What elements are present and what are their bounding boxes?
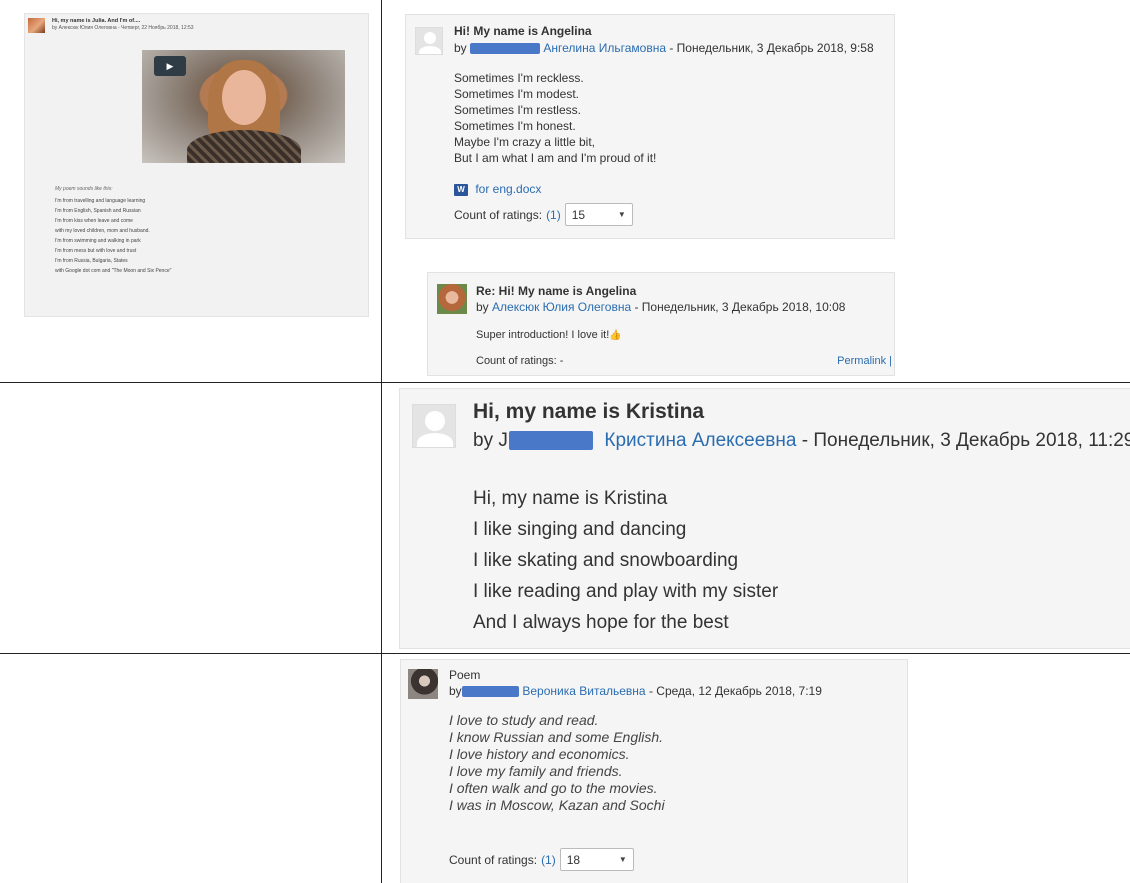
message-line: I like reading and play with my sister (473, 581, 779, 602)
word-document-icon: W (454, 183, 468, 196)
post-date: - Среда, 12 Декабрь 2018, 7:19 (645, 684, 822, 698)
table-row-divider (0, 653, 1130, 654)
chevron-down-icon: ▼ (618, 855, 627, 864)
forum-post-reply: Re: Hi! My name is Angelina by Алексюк Ю… (427, 272, 895, 376)
poem-line: I'm from English, Spanish and Russian (55, 208, 141, 214)
poem-line: with Google dot com and "The Moon and Si… (55, 268, 172, 274)
post-title: Hi, my name is Kristina (473, 400, 705, 423)
rating-value: 18 (566, 852, 581, 867)
message-line: And I always hope for the best (473, 612, 729, 633)
rating-label: Count of ratings: (449, 852, 538, 867)
video-player[interactable]: ▶ (142, 50, 345, 163)
table-row-divider (0, 382, 1130, 383)
rating-row: Count of ratings: (1) 15 ▼ (454, 203, 633, 226)
rating-label: Count of ratings: - (476, 355, 564, 367)
author-link[interactable]: Кристина Алексеевна (604, 430, 796, 451)
attachment[interactable]: W for eng.docx (454, 182, 541, 196)
julia-post-screenshot: Hi, my name is Julia. And I'm of.... by … (24, 13, 369, 317)
redacted-name (462, 686, 520, 698)
video-clothing (187, 130, 301, 163)
message-line: Maybe I'm crazy a little bit, (454, 135, 595, 149)
redacted-name (470, 43, 541, 55)
message-line: I often walk and go to the movies. (449, 780, 658, 796)
chevron-down-icon: ▼ (617, 210, 626, 219)
post-date: - Понедельник, 3 Декабрь 2018, 10:08 (631, 300, 846, 314)
post-title: Hi! My name is Angelina (454, 24, 592, 38)
table-column-divider (381, 0, 382, 883)
poem-line: I'm from swimming and walking in park (55, 238, 141, 244)
play-button[interactable]: ▶ (154, 56, 186, 76)
post-byline: by Алексюк Юлия Олеговна - Четверг, 22 Н… (52, 25, 194, 31)
message-line: Sometimes I'm modest. (454, 87, 579, 101)
rating-count-link[interactable]: (1) (541, 853, 556, 867)
message-line: I was in Moscow, Kazan and Sochi (449, 797, 665, 813)
post-message: Sometimes I'm reckless. Sometimes I'm mo… (454, 70, 656, 166)
post-message: Hi, my name is Kristina I like singing a… (473, 483, 778, 638)
message-line: But I am what I am and I'm proud of it! (454, 151, 657, 165)
message-line: Sometimes I'm restless. (454, 103, 581, 117)
message-line: I like singing and dancing (473, 519, 687, 540)
rating-count-link[interactable]: (1) (546, 208, 561, 222)
rating-select[interactable]: 18 ▼ (559, 848, 634, 871)
message-line: I like skating and snowboarding (473, 550, 739, 571)
post-title: Re: Hi! My name is Angelina (476, 284, 637, 298)
message-line: Sometimes I'm honest. (454, 119, 576, 133)
post-title: Hi, my name is Julia. And I'm of.... (52, 18, 141, 24)
message-line: I love history and economics. (449, 746, 630, 762)
message-line: Sometimes I'm reckless. (454, 71, 584, 85)
user-avatar (408, 669, 438, 699)
byline-by: by J (473, 430, 508, 451)
poem-lead: My poem sounds like this: (55, 186, 113, 192)
post-date: - Понедельник, 3 Декабрь 2018, 11:29 (796, 430, 1130, 451)
forum-post-kristina: Hi, my name is Kristina by J Кристина Ал… (399, 388, 1130, 649)
byline-by: by (454, 41, 467, 55)
forum-post-angelina: Hi! My name is Angelina by Ангелина Ильг… (405, 14, 895, 239)
rating-label: Count of ratings: (454, 207, 543, 222)
message-line: Hi, my name is Kristina (473, 488, 668, 509)
rating-value: 15 (571, 207, 586, 222)
poem-line: I'm from mess but with love and trust (55, 248, 137, 254)
post-byline: by J Кристина Алексеевна - Понедельник, … (473, 430, 1130, 452)
attachment-link[interactable]: for eng.docx (475, 182, 541, 196)
user-avatar-placeholder-icon (412, 404, 456, 448)
user-avatar (437, 284, 467, 314)
post-message: Super introduction! I love it!👍 (476, 329, 622, 341)
post-byline: by Вероника Витальевна - Среда, 12 Декаб… (449, 684, 822, 698)
user-avatar-placeholder-icon (415, 27, 443, 55)
message-line: I know Russian and some English. (449, 729, 663, 745)
author-link[interactable]: Алексюк Юлия Олеговна (492, 300, 631, 314)
post-message: I love to study and read. I know Russian… (449, 712, 665, 814)
post-byline: by Алексюк Юлия Олеговна - Понедельник, … (476, 300, 845, 314)
poem-line: I'm from kiss when leave and come (55, 218, 133, 224)
post-date: - Понедельник, 3 Декабрь 2018, 9:58 (666, 41, 874, 55)
poem-line: I'm from Russia, Bulgaria, States (55, 258, 128, 264)
message-line: Super introduction! I love it! (476, 329, 610, 341)
byline-by: by (476, 300, 489, 314)
message-line: I love to study and read. (449, 712, 599, 728)
byline-by: by (449, 684, 462, 698)
forum-post-poem: Poem by Вероника Витальевна - Среда, 12 … (400, 659, 908, 883)
post-title: Poem (449, 668, 481, 682)
permalink-link[interactable]: Permalink | (837, 355, 892, 367)
poem-text: My poem sounds like this: I'm from trave… (55, 184, 171, 276)
rating-row: Count of ratings: (1) 18 ▼ (449, 848, 634, 871)
author-link[interactable]: Ангелина Ильгамовна (543, 41, 666, 55)
rating-select[interactable]: 15 ▼ (564, 203, 633, 226)
avatar (28, 18, 45, 33)
thumbs-up-icon: 👍 (609, 330, 622, 341)
video-face (222, 70, 266, 125)
poem-line: I'm from travelling and language learnin… (55, 198, 146, 204)
redacted-name (509, 431, 594, 451)
author-link[interactable]: Вероника Витальевна (522, 684, 645, 698)
poem-line: with my loved children, mom and husband. (55, 228, 150, 234)
post-byline: by Ангелина Ильгамовна - Понедельник, 3 … (454, 41, 874, 55)
message-line: I love my family and friends. (449, 763, 623, 779)
